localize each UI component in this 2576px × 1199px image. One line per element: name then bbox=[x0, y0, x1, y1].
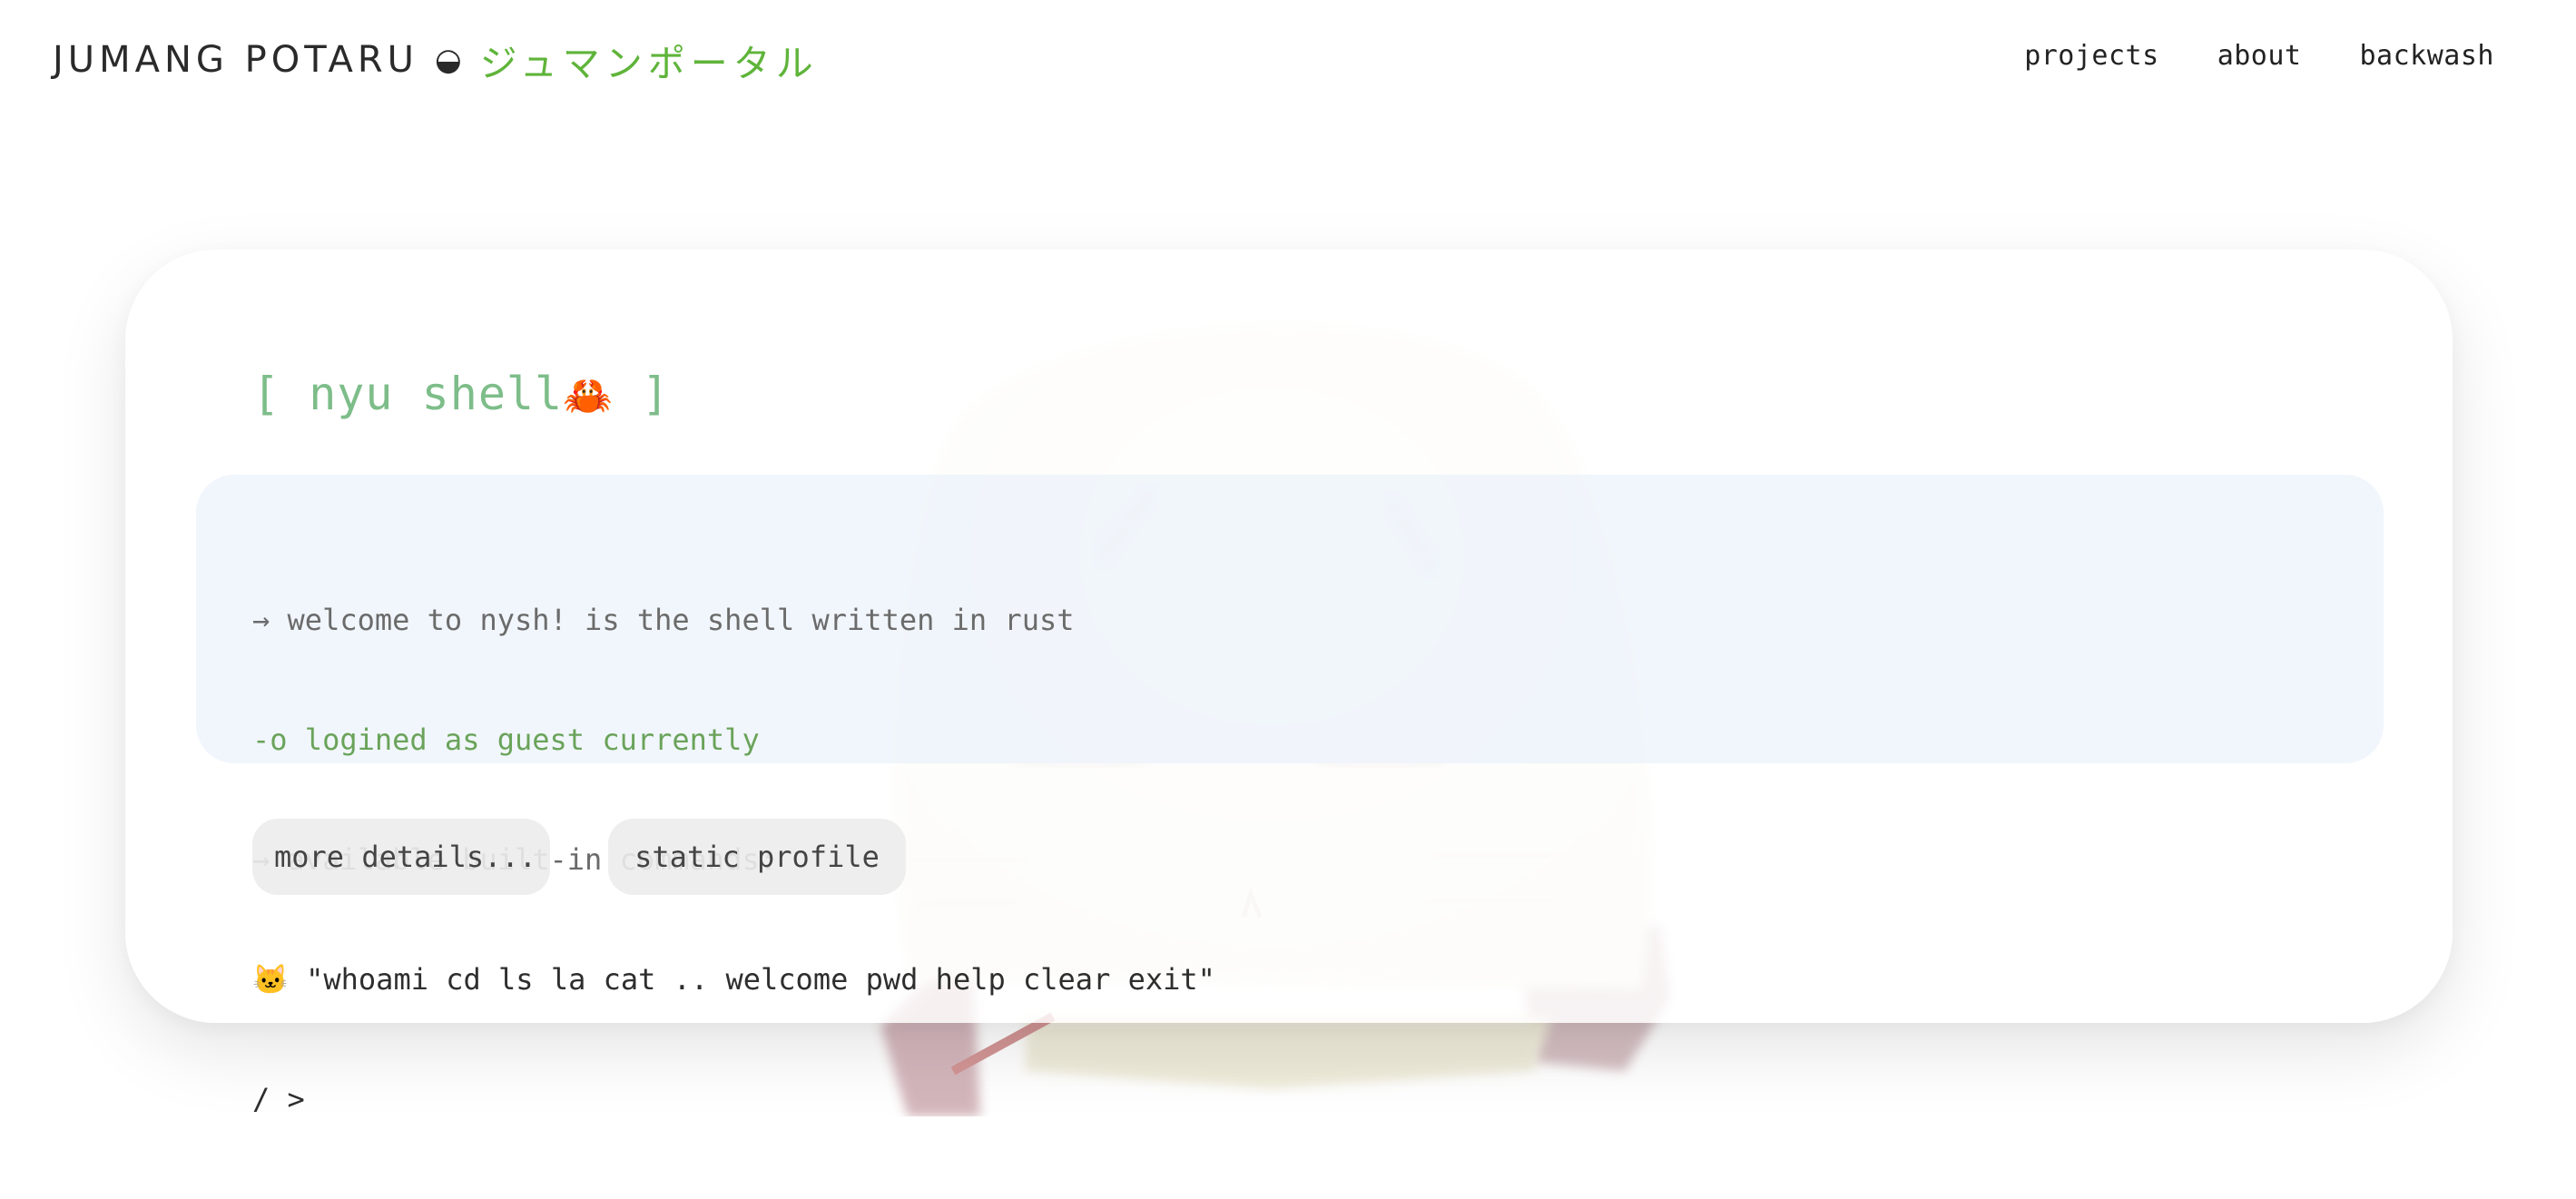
more-details-button[interactable]: more details... bbox=[252, 819, 550, 895]
nav-about-link[interactable]: about bbox=[2217, 40, 2302, 72]
top-header: JUMANG POTARU ◒ ジュマンポータル projects about … bbox=[0, 0, 2576, 118]
cat-face-icon: 🐱 bbox=[252, 962, 289, 997]
shell-title-text: [ nyu shell bbox=[252, 368, 564, 420]
terminal-line: -o logined as guest currently bbox=[252, 722, 760, 757]
terminal-line: 🐱 "whoami cd ls la cat .. welcome pwd he… bbox=[252, 959, 1215, 999]
nav-projects-link[interactable]: projects bbox=[2024, 40, 2159, 72]
shell-title-close: ] bbox=[613, 368, 671, 420]
terminal-prompt-line: / > bbox=[252, 1079, 1215, 1119]
main-nav: projects about backwash bbox=[2024, 40, 2494, 72]
shell-title: [ nyu shell🦀 ] bbox=[252, 368, 670, 420]
site-brand[interactable]: JUMANG POTARU ◒ ジュマンポータル bbox=[53, 33, 819, 87]
terminal-output[interactable]: → welcome to nysh! is the shell written … bbox=[196, 475, 2384, 1116]
commands-list: "whoami cd ls la cat .. welcome pwd help… bbox=[288, 962, 1215, 997]
prompt-symbol: / > bbox=[252, 1082, 323, 1116]
terminal-line: → welcome to nysh! is the shell written … bbox=[252, 603, 1075, 637]
shell-command-input[interactable] bbox=[322, 1083, 505, 1115]
nav-backwash-link[interactable]: backwash bbox=[2360, 40, 2495, 72]
brand-latin-title: JUMANG POTARU bbox=[53, 39, 418, 81]
crab-icon: 🦀 bbox=[563, 373, 614, 419]
nyu-shell-card: [ nyu shell🦀 ] → welcome to nysh! is the… bbox=[125, 250, 2453, 1116]
static-profile-button[interactable]: static profile bbox=[608, 819, 906, 895]
brand-japanese-title: ジュマンポータル bbox=[479, 42, 819, 85]
yin-yang-icon: ◒ bbox=[434, 42, 462, 78]
